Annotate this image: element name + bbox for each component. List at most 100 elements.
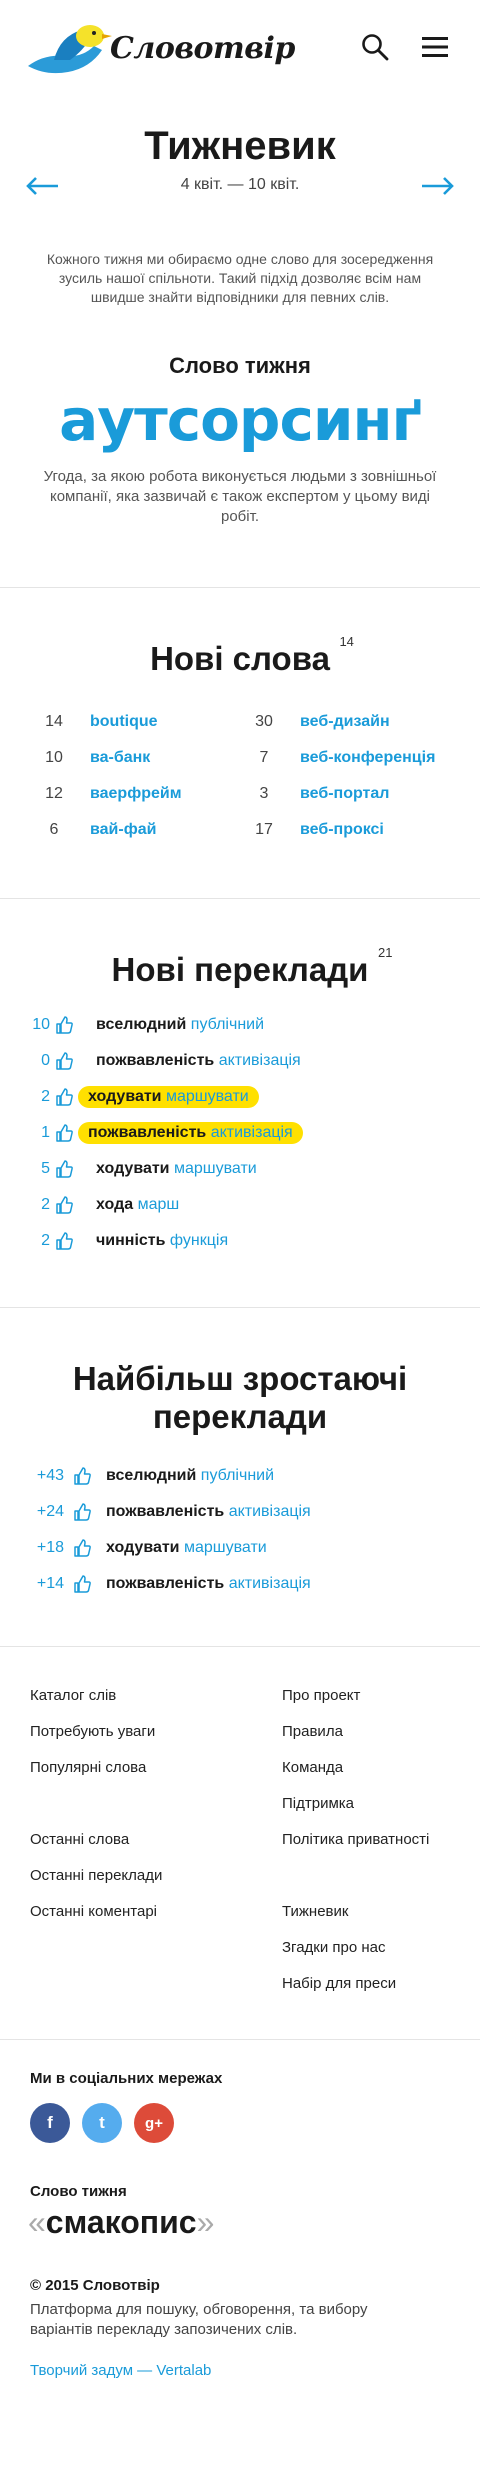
translation-target[interactable]: маршувати — [174, 1160, 257, 1177]
translation-pair[interactable]: ходувати маршувати — [106, 1539, 267, 1557]
thumbs-up-icon[interactable] — [54, 1051, 74, 1071]
thumbs-up-icon[interactable] — [54, 1015, 74, 1035]
previous-week-arrow-icon[interactable] — [26, 176, 60, 196]
facebook-icon[interactable]: f — [30, 2103, 70, 2143]
growing-row: +43 вселюдний публічний — [28, 1458, 480, 1494]
translation-pair[interactable]: пожвавленість активізація — [106, 1503, 311, 1521]
logo[interactable]: Словотвір — [24, 16, 295, 80]
google-plus-icon[interactable]: g+ — [134, 2103, 174, 2143]
footer-link[interactable]: Згадки про нас — [282, 1939, 480, 1975]
footer-word: смакопис — [45, 2204, 197, 2240]
social-label: Ми в соціальних мережах — [30, 2070, 223, 2087]
new-word-link[interactable]: веб-портал — [300, 785, 389, 803]
new-word-link[interactable]: веб-проксі — [300, 821, 384, 839]
footer-link[interactable]: Політика приватності — [282, 1831, 480, 1867]
new-word-item[interactable]: 7 веб-конференція — [240, 740, 450, 776]
thumbs-up-icon[interactable] — [54, 1087, 74, 1107]
translation-pair[interactable]: ходувати маршувати — [86, 1158, 267, 1180]
translation-target[interactable]: марш — [138, 1196, 180, 1213]
translation-pair[interactable]: чинність функція — [86, 1230, 238, 1252]
translation-target[interactable]: активізація — [229, 1575, 311, 1592]
new-words-section: Нові слова 14 — [0, 634, 480, 678]
new-word-link[interactable]: вай-фай — [90, 821, 156, 839]
footer-link[interactable]: Правила — [282, 1723, 480, 1759]
new-word-link[interactable]: ва-банк — [90, 749, 150, 767]
credit-link[interactable]: Творчий задум — Vertalab — [30, 2362, 480, 2379]
footer-word-of-week[interactable]: «смакопис» — [28, 2204, 480, 2241]
footer-link[interactable]: Потребують уваги — [30, 1723, 282, 1759]
translation-row: 0 пожвавленість активізація — [28, 1043, 480, 1079]
new-word-link[interactable]: веб-конференція — [300, 749, 435, 767]
new-word-link[interactable]: веб-дизайн — [300, 713, 390, 731]
footer-link[interactable]: Каталог слів — [30, 1687, 282, 1723]
translation-target[interactable]: маршувати — [166, 1088, 249, 1105]
thumbs-up-icon[interactable] — [54, 1231, 74, 1251]
new-word-count: 6 — [49, 821, 59, 838]
thumbs-up-icon[interactable] — [72, 1538, 92, 1558]
new-word-item[interactable]: 12 ваерфрейм — [30, 776, 240, 812]
divider — [0, 898, 480, 899]
translation-target[interactable]: активізація — [211, 1124, 293, 1141]
footer-link[interactable]: Популярні слова — [30, 1759, 282, 1795]
growing-row: +24 пожвавленість активізація — [28, 1494, 480, 1530]
new-word-item[interactable]: 6 вай-фай — [30, 812, 240, 848]
translation-pair[interactable]: пожвавленість активізація — [86, 1050, 311, 1072]
new-word-item[interactable]: 10 ва-банк — [30, 740, 240, 776]
new-word-count: 30 — [255, 713, 273, 730]
translation-source: пожвавленість — [88, 1124, 207, 1141]
footer-link[interactable]: Підтримка — [282, 1795, 480, 1831]
thumbs-up-icon[interactable] — [72, 1574, 92, 1594]
translation-target[interactable]: маршувати — [184, 1539, 267, 1556]
thumbs-up-icon[interactable] — [54, 1159, 74, 1179]
footer-link[interactable]: Набір для преси — [282, 1975, 480, 2011]
new-word-item[interactable]: 3 веб-портал — [240, 776, 450, 812]
translation-target[interactable]: публічний — [191, 1016, 264, 1033]
word-of-week-definition: Угода, за якою робота виконується людьми… — [43, 468, 437, 525]
site-header: Словотвір — [0, 0, 480, 98]
new-words-title-text: Нові слова — [150, 640, 330, 677]
thumbs-up-icon[interactable] — [54, 1195, 74, 1215]
word-of-week-label: Слово тижня — [169, 353, 311, 378]
translation-pair[interactable]: пожвавленість активізація — [78, 1122, 303, 1144]
translation-target[interactable]: активізація — [229, 1503, 311, 1520]
new-words-count: 14 — [339, 634, 354, 649]
hamburger-menu-icon[interactable] — [420, 32, 450, 62]
translation-pair[interactable]: пожвавленість активізація — [106, 1575, 311, 1593]
translation-pair[interactable]: ходувати маршувати — [78, 1086, 259, 1108]
translation-target[interactable]: публічний — [201, 1467, 274, 1484]
footer-link[interactable]: Останні переклади — [30, 1867, 282, 1903]
translation-pair[interactable]: вселюдний публічний — [106, 1467, 274, 1485]
weekly-header: Тижневик 4 квіт. — 10 квіт. — [0, 98, 480, 228]
new-word-link[interactable]: ваерфрейм — [90, 785, 182, 803]
thumbs-up-icon[interactable] — [54, 1123, 74, 1143]
next-week-arrow-icon[interactable] — [420, 176, 454, 196]
translation-target[interactable]: функція — [170, 1232, 228, 1249]
weekly-intro-text: Кожного тижня ми обираємо одне слово для… — [46, 251, 434, 305]
translation-source: ходувати — [106, 1539, 180, 1556]
translation-pair[interactable]: вселюдний публічний — [86, 1014, 274, 1036]
new-translations-count: 21 — [377, 945, 393, 960]
footer-link[interactable]: Про проект — [282, 1687, 480, 1723]
footer-link[interactable]: Останні слова — [30, 1831, 282, 1867]
twitter-icon[interactable]: t — [82, 2103, 122, 2143]
new-translations-section: Нові переклади 21 — [0, 945, 480, 989]
new-word-link[interactable]: boutique — [90, 713, 158, 731]
growing-row: +18 ходувати маршувати — [28, 1530, 480, 1566]
thumbs-up-icon[interactable] — [72, 1466, 92, 1486]
vote-count: 1 — [41, 1124, 50, 1141]
new-word-item[interactable]: 14 boutique — [30, 704, 240, 740]
footer-link[interactable]: Тижневик — [282, 1903, 480, 1939]
search-icon[interactable] — [360, 32, 390, 62]
translation-target[interactable]: активізація — [219, 1052, 301, 1069]
translation-pair[interactable]: хода марш — [86, 1194, 189, 1216]
social-links: f t g+ — [30, 2103, 480, 2143]
footer-link[interactable]: Команда — [282, 1759, 480, 1795]
new-word-item[interactable]: 30 веб-дизайн — [240, 704, 450, 740]
growth-count: +18 — [36, 1539, 64, 1556]
thumbs-up-icon[interactable] — [72, 1502, 92, 1522]
translation-row: 2 ходувати маршувати — [28, 1079, 480, 1115]
new-word-item[interactable]: 17 веб-проксі — [240, 812, 450, 848]
vote-count: 5 — [41, 1160, 50, 1177]
footer-link[interactable]: Останні коментарі — [30, 1903, 282, 1939]
word-of-week-word[interactable]: аутсорсинґ — [0, 385, 480, 455]
